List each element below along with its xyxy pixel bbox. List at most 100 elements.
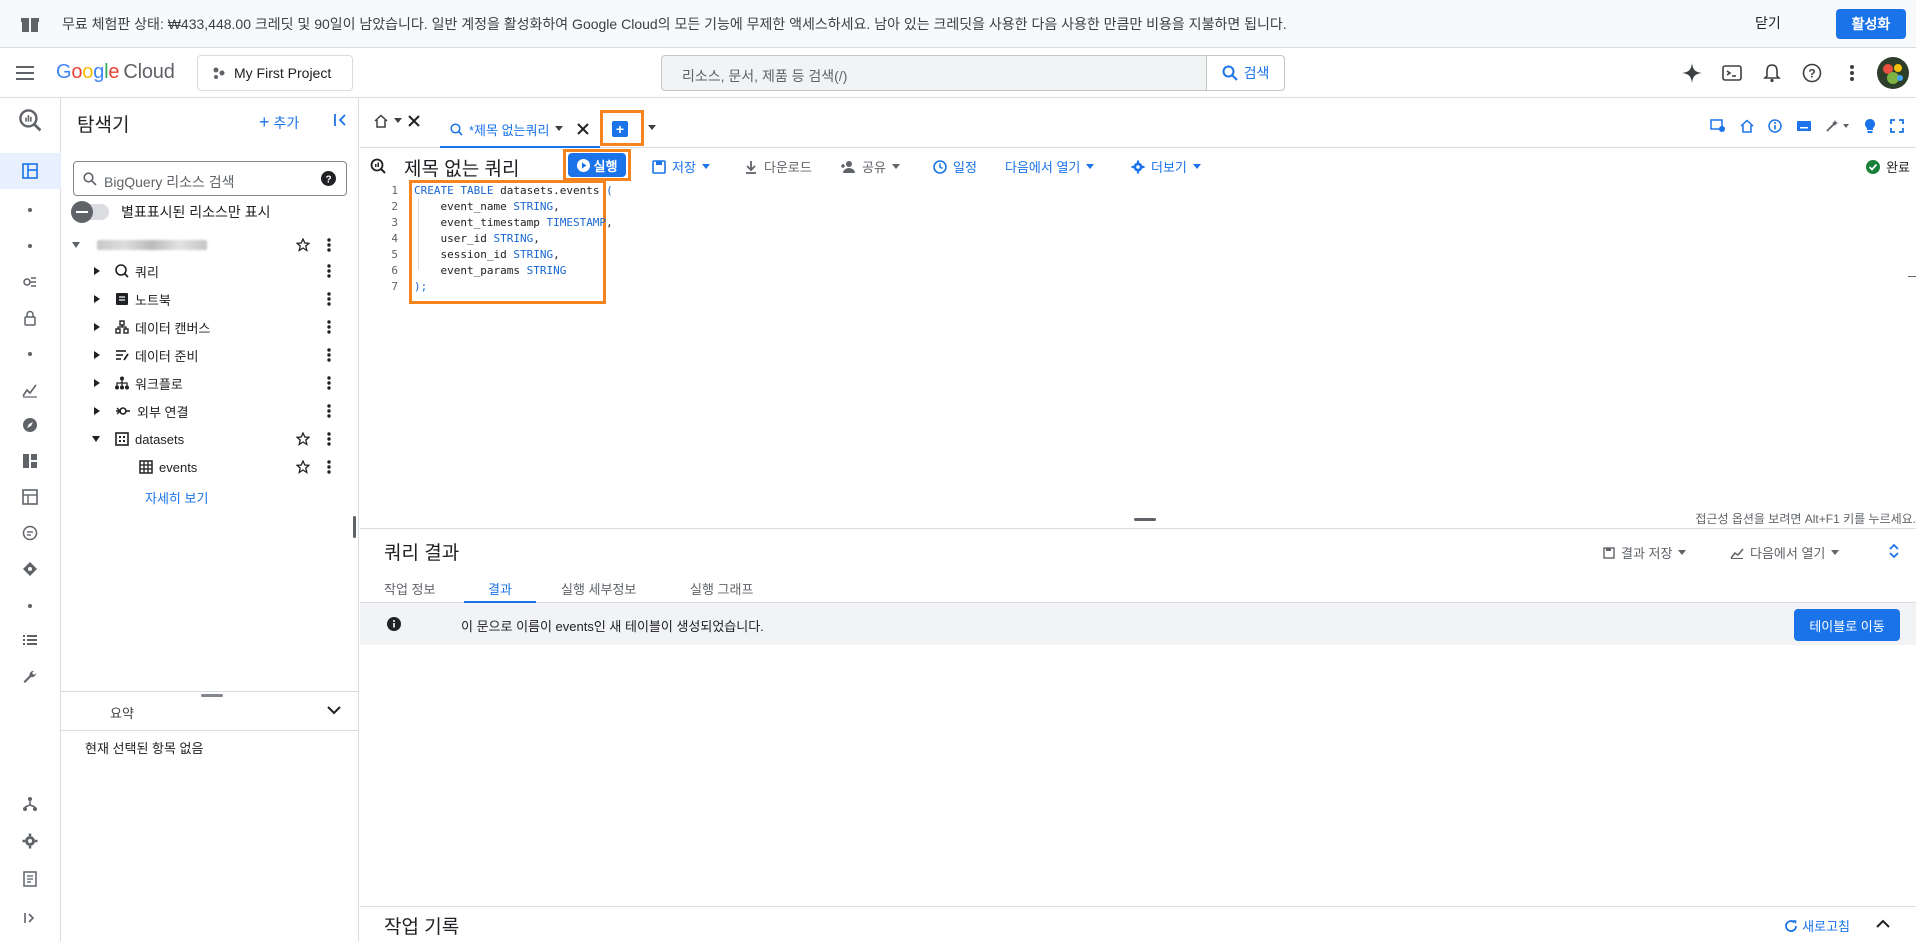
- chevron-up-icon[interactable]: [1876, 919, 1890, 929]
- more-vert-icon[interactable]: [319, 373, 339, 393]
- summary-drag-handle[interactable]: [201, 694, 223, 697]
- dataform-icon[interactable]: [18, 557, 42, 581]
- download-button[interactable]: 다운로드: [744, 157, 812, 176]
- more-vert-icon[interactable]: [319, 401, 339, 421]
- settings-icon[interactable]: [18, 829, 42, 853]
- lock-icon[interactable]: [18, 306, 42, 330]
- expand-arrow-icon[interactable]: [93, 378, 101, 388]
- avatar[interactable]: [1876, 56, 1910, 90]
- summary-panel-header[interactable]: 요약: [61, 691, 359, 731]
- tree-item-external-connections[interactable]: 외부 연결: [61, 398, 351, 424]
- resource-search-input[interactable]: BigQuery 리소스 검색 ?: [73, 161, 347, 196]
- tree-item-notebooks[interactable]: 노트북: [61, 286, 351, 312]
- tab-home[interactable]: [374, 114, 420, 128]
- star-icon[interactable]: [293, 429, 313, 449]
- schedule-button[interactable]: 일정: [933, 157, 977, 176]
- close-icon[interactable]: [408, 115, 420, 127]
- sql-editor[interactable]: 1 2 3 4 5 6 7 CREATE TABLE datasets.even…: [360, 180, 1916, 526]
- banner-close-button[interactable]: 닫기: [1755, 13, 1781, 33]
- lightbulb-icon[interactable]: [1864, 118, 1876, 134]
- release-notes-icon[interactable]: [18, 867, 42, 891]
- dropdown-arrow-icon[interactable]: [648, 125, 656, 131]
- tree-item-table-events[interactable]: events: [61, 454, 351, 480]
- rail-dot[interactable]: [28, 604, 32, 608]
- tree-item-data-prep[interactable]: 데이터 준비: [61, 342, 351, 368]
- run-button[interactable]: 실행: [568, 153, 626, 177]
- add-button[interactable]: + 추가: [259, 112, 299, 133]
- chat-icon[interactable]: [18, 521, 42, 545]
- more-vert-icon[interactable]: [319, 261, 339, 281]
- refresh-button[interactable]: 새로고침: [1784, 916, 1850, 935]
- collapse-arrow-icon[interactable]: [91, 434, 101, 444]
- more-menu-button[interactable]: 더보기: [1131, 157, 1201, 176]
- fullscreen-icon[interactable]: [1890, 119, 1904, 133]
- help-icon[interactable]: ?: [321, 171, 336, 186]
- home-icon[interactable]: [1740, 119, 1754, 133]
- open-in-menu-button[interactable]: 다음에서 열기: [1005, 157, 1095, 176]
- google-cloud-logo[interactable]: Google Cloud: [56, 61, 175, 84]
- notifications-icon[interactable]: [1760, 61, 1784, 85]
- more-vert-icon[interactable]: [319, 345, 339, 365]
- tab-execution-details[interactable]: 실행 세부정보: [561, 579, 636, 598]
- format-icon[interactable]: [1826, 119, 1850, 133]
- project-row[interactable]: [61, 232, 351, 258]
- table-grid-icon[interactable]: [18, 485, 42, 509]
- global-search[interactable]: 리소스, 문서, 제품 등 검색(/) 검색: [661, 55, 1285, 91]
- tree-item-dataset[interactable]: datasets: [61, 426, 351, 452]
- menu-icon[interactable]: [14, 62, 36, 84]
- rail-dot[interactable]: [28, 352, 32, 356]
- activate-button[interactable]: 활성화: [1836, 9, 1906, 39]
- schedule-query-icon[interactable]: [1710, 119, 1726, 133]
- monitoring-icon[interactable]: [18, 378, 42, 402]
- share-menu-button[interactable]: 공유: [840, 157, 900, 176]
- close-icon[interactable]: [577, 123, 590, 135]
- cloud-shell-icon[interactable]: [1720, 61, 1744, 85]
- panel-resize-handle[interactable]: [353, 516, 356, 538]
- star-icon[interactable]: [293, 457, 313, 477]
- star-icon[interactable]: [293, 235, 313, 255]
- save-results-button[interactable]: 결과 저장: [1603, 543, 1687, 562]
- expand-arrow-icon[interactable]: [93, 406, 101, 416]
- bigquery-logo-icon[interactable]: [18, 108, 42, 132]
- tree-item-workflows[interactable]: 워크플로: [61, 370, 351, 396]
- wrench-icon[interactable]: [18, 665, 42, 689]
- starred-only-toggle[interactable]: [71, 201, 109, 223]
- expand-rail-icon[interactable]: [18, 906, 42, 930]
- tree-item-queries[interactable]: 쿼리: [61, 258, 351, 284]
- list-icon[interactable]: [18, 628, 42, 652]
- dashboard-icon[interactable]: [18, 449, 42, 473]
- search-input[interactable]: 리소스, 문서, 제품 등 검색(/): [682, 66, 847, 86]
- expand-collapse-icon[interactable]: [1888, 543, 1900, 559]
- help-icon[interactable]: ?: [1800, 61, 1824, 85]
- results-open-in-button[interactable]: 다음에서 열기: [1730, 543, 1840, 562]
- tab-untitled-query[interactable]: *제목 없는쿼리: [440, 112, 600, 148]
- expand-arrow-icon[interactable]: [93, 322, 101, 332]
- dropdown-arrow-icon[interactable]: [394, 118, 402, 124]
- expand-arrow-icon[interactable]: [93, 350, 101, 360]
- project-picker[interactable]: My First Project: [197, 55, 353, 91]
- pipelines-icon[interactable]: [18, 270, 42, 294]
- more-vert-icon[interactable]: [1840, 61, 1864, 85]
- save-menu-button[interactable]: 저장: [652, 157, 710, 176]
- tree-item-data-canvas[interactable]: 데이터 캔버스: [61, 314, 351, 340]
- code-area[interactable]: [414, 184, 1916, 508]
- info-icon[interactable]: [1768, 119, 1782, 133]
- starred-only-toggle-row[interactable]: 별표표시된 리소스만 표시: [71, 201, 270, 223]
- more-vert-icon[interactable]: [319, 429, 339, 449]
- more-vert-icon[interactable]: [319, 457, 339, 477]
- expand-arrow-icon[interactable]: [93, 294, 101, 304]
- new-query-tab-button[interactable]: +: [600, 110, 644, 146]
- expand-arrow-icon[interactable]: [71, 240, 81, 250]
- search-button[interactable]: 검색: [1206, 56, 1284, 90]
- chevron-down-icon[interactable]: [327, 705, 341, 715]
- show-more-link[interactable]: 자세히 보기: [145, 488, 208, 507]
- more-vert-icon[interactable]: [319, 317, 339, 337]
- rail-dot[interactable]: [28, 208, 32, 212]
- keyboard-icon[interactable]: [1796, 120, 1812, 132]
- collapse-panel-icon[interactable]: [333, 112, 349, 128]
- more-vert-icon[interactable]: [319, 235, 339, 255]
- tab-results[interactable]: 결과: [488, 579, 512, 598]
- studio-icon[interactable]: [18, 159, 42, 183]
- go-to-table-button[interactable]: 테이블로 이동: [1794, 609, 1900, 641]
- partner-icon[interactable]: [18, 792, 42, 816]
